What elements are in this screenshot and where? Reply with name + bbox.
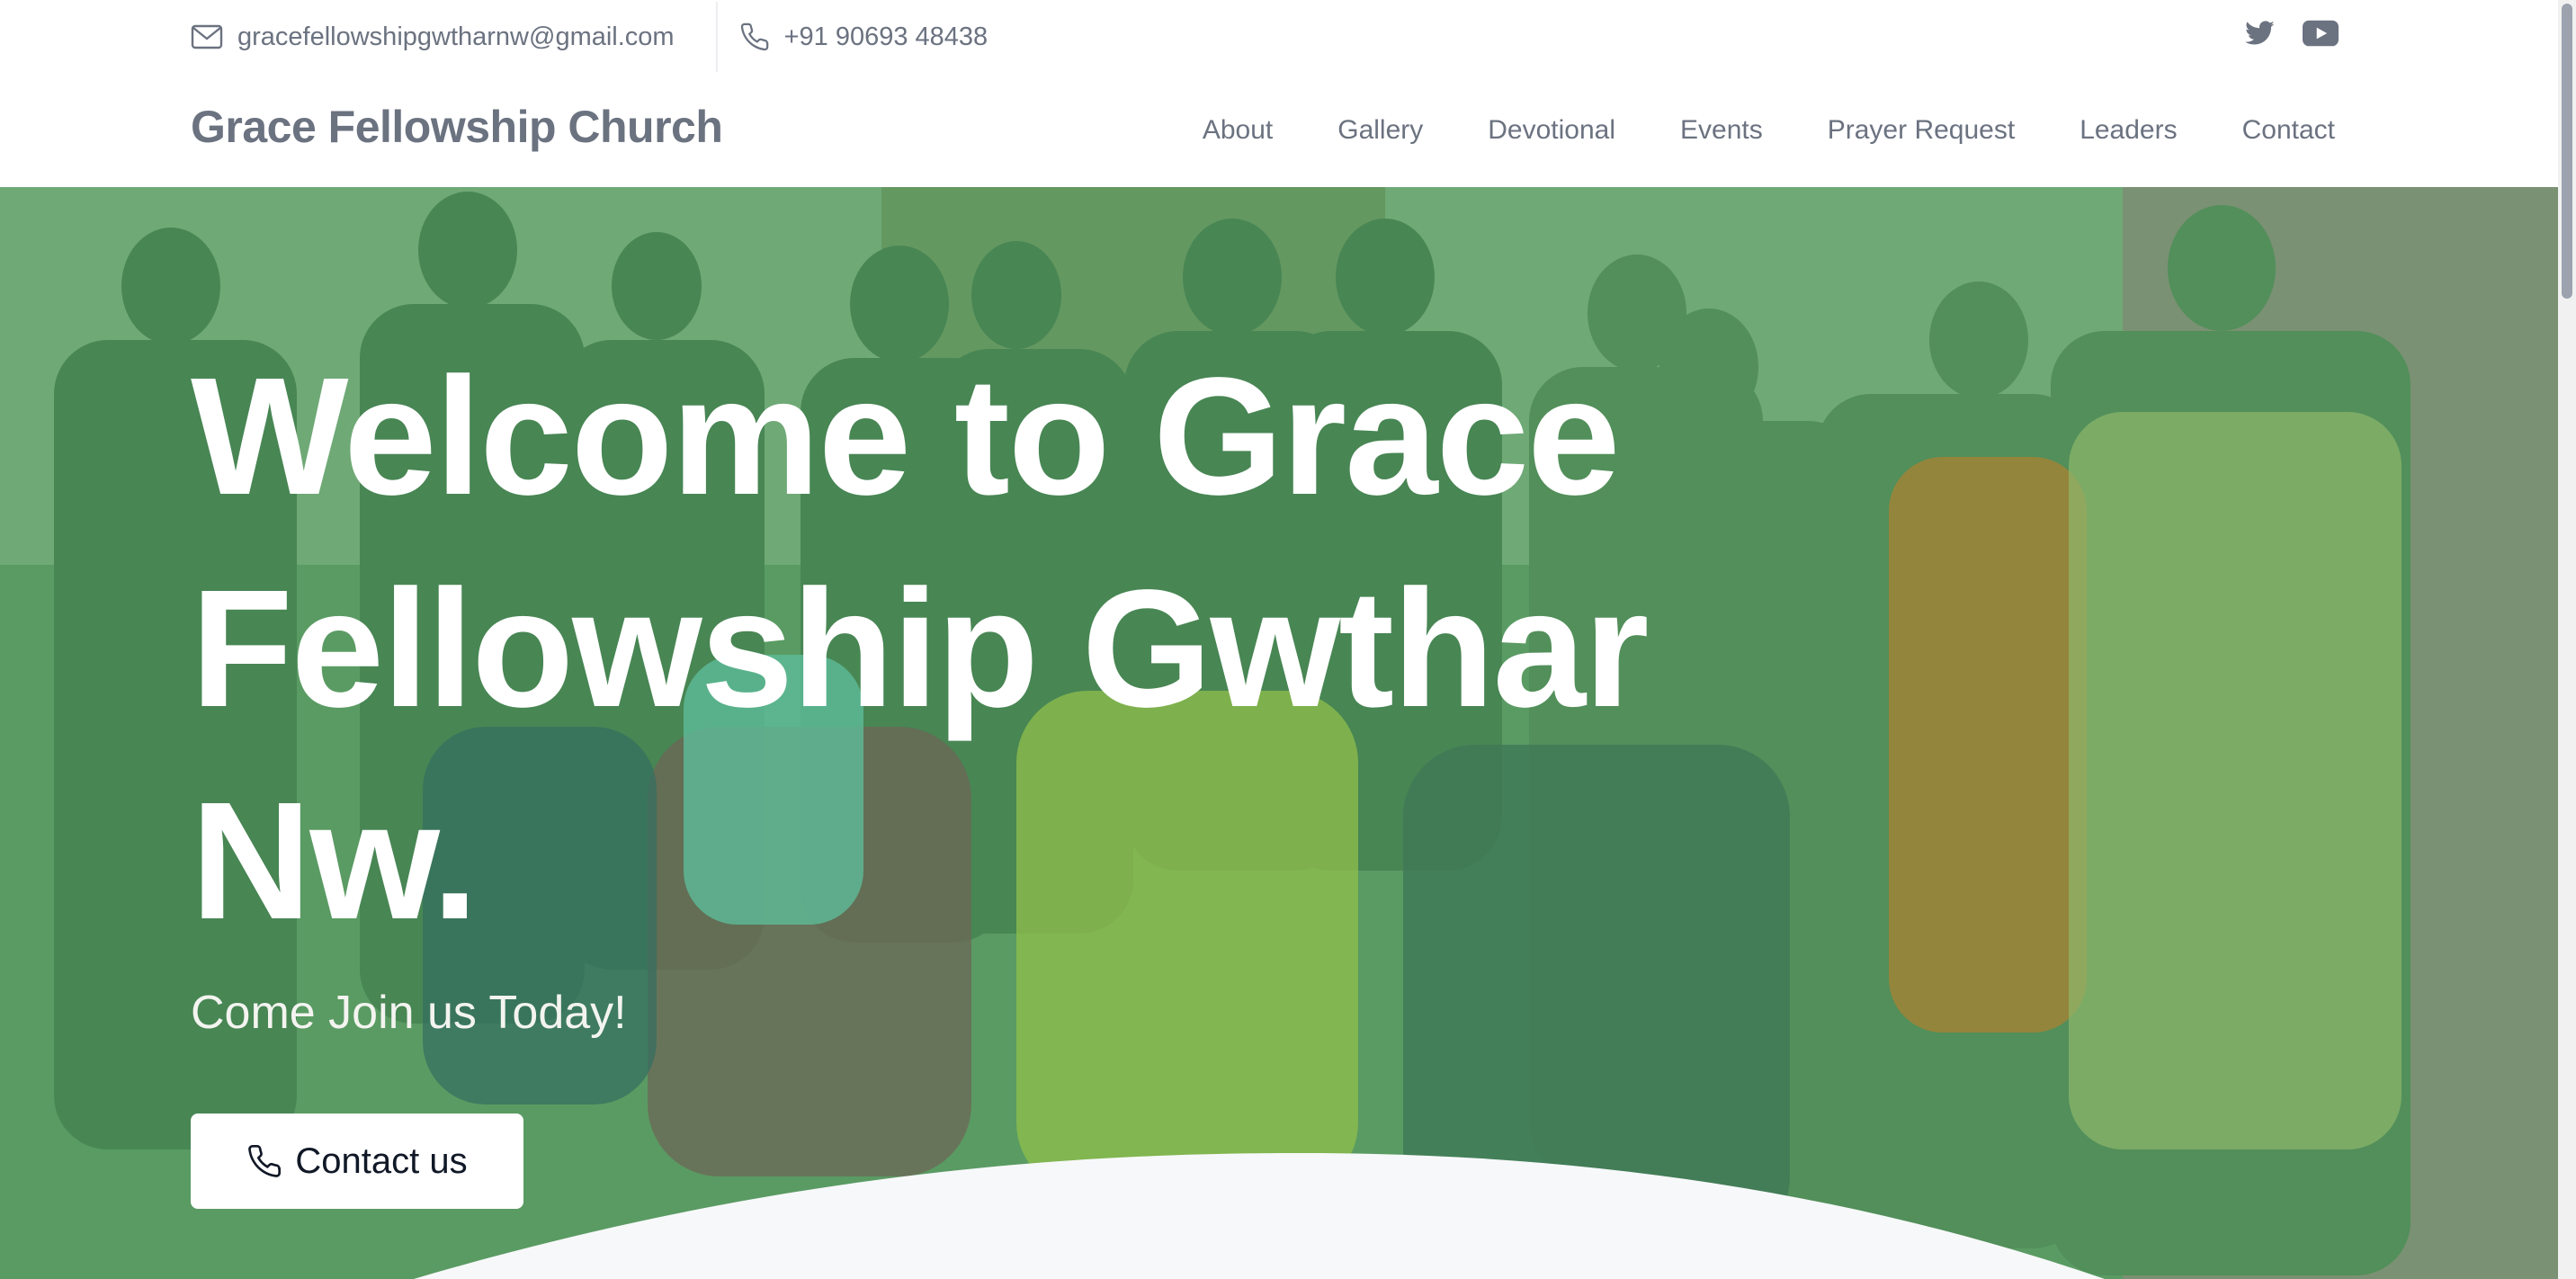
page-scrollbar[interactable] <box>2558 0 2576 1279</box>
nav-contact[interactable]: Contact <box>2242 115 2335 146</box>
contact-info: gracefellowshipgwtharnw@gmail.com +91 90… <box>191 0 988 74</box>
hero-title: Welcome to Grace Fellowship Gwthar Nw. <box>191 344 1649 954</box>
phone-link[interactable]: +91 90693 48438 <box>739 22 988 52</box>
twitter-link[interactable] <box>2245 20 2276 47</box>
social-links <box>2245 20 2366 47</box>
envelope-icon <box>191 24 223 49</box>
twitter-icon <box>2245 21 2275 45</box>
youtube-icon <box>2303 20 2339 47</box>
scrollbar-thumb[interactable] <box>2562 4 2572 299</box>
top-info-bar: gracefellowshipgwtharnw@gmail.com +91 90… <box>0 0 2558 74</box>
site-brand[interactable]: Grace Fellowship Church <box>191 101 723 153</box>
hero-subtitle: Come Join us Today! <box>191 987 627 1039</box>
phone-text: +91 90693 48438 <box>783 22 988 51</box>
phone-icon <box>740 22 768 51</box>
youtube-link[interactable] <box>2303 20 2339 47</box>
nav-about[interactable]: About <box>1203 115 1273 146</box>
nav-events[interactable]: Events <box>1680 115 1763 146</box>
email-text: gracefellowshipgwtharnw@gmail.com <box>237 22 675 51</box>
divider <box>715 2 718 72</box>
hero-section: Welcome to Grace Fellowship Gwthar Nw. C… <box>0 187 2558 1279</box>
main-nav: About Gallery Devotional Events Prayer R… <box>1138 74 2335 187</box>
nav-gallery[interactable]: Gallery <box>1337 115 1423 146</box>
nav-prayer-request[interactable]: Prayer Request <box>1828 115 2015 146</box>
navbar: Grace Fellowship Church About Gallery De… <box>0 74 2558 187</box>
nav-devotional[interactable]: Devotional <box>1488 115 1615 146</box>
nav-leaders[interactable]: Leaders <box>2080 115 2177 146</box>
hero-wave-divider <box>414 1153 2105 1279</box>
email-link[interactable]: gracefellowshipgwtharnw@gmail.com <box>191 22 675 52</box>
